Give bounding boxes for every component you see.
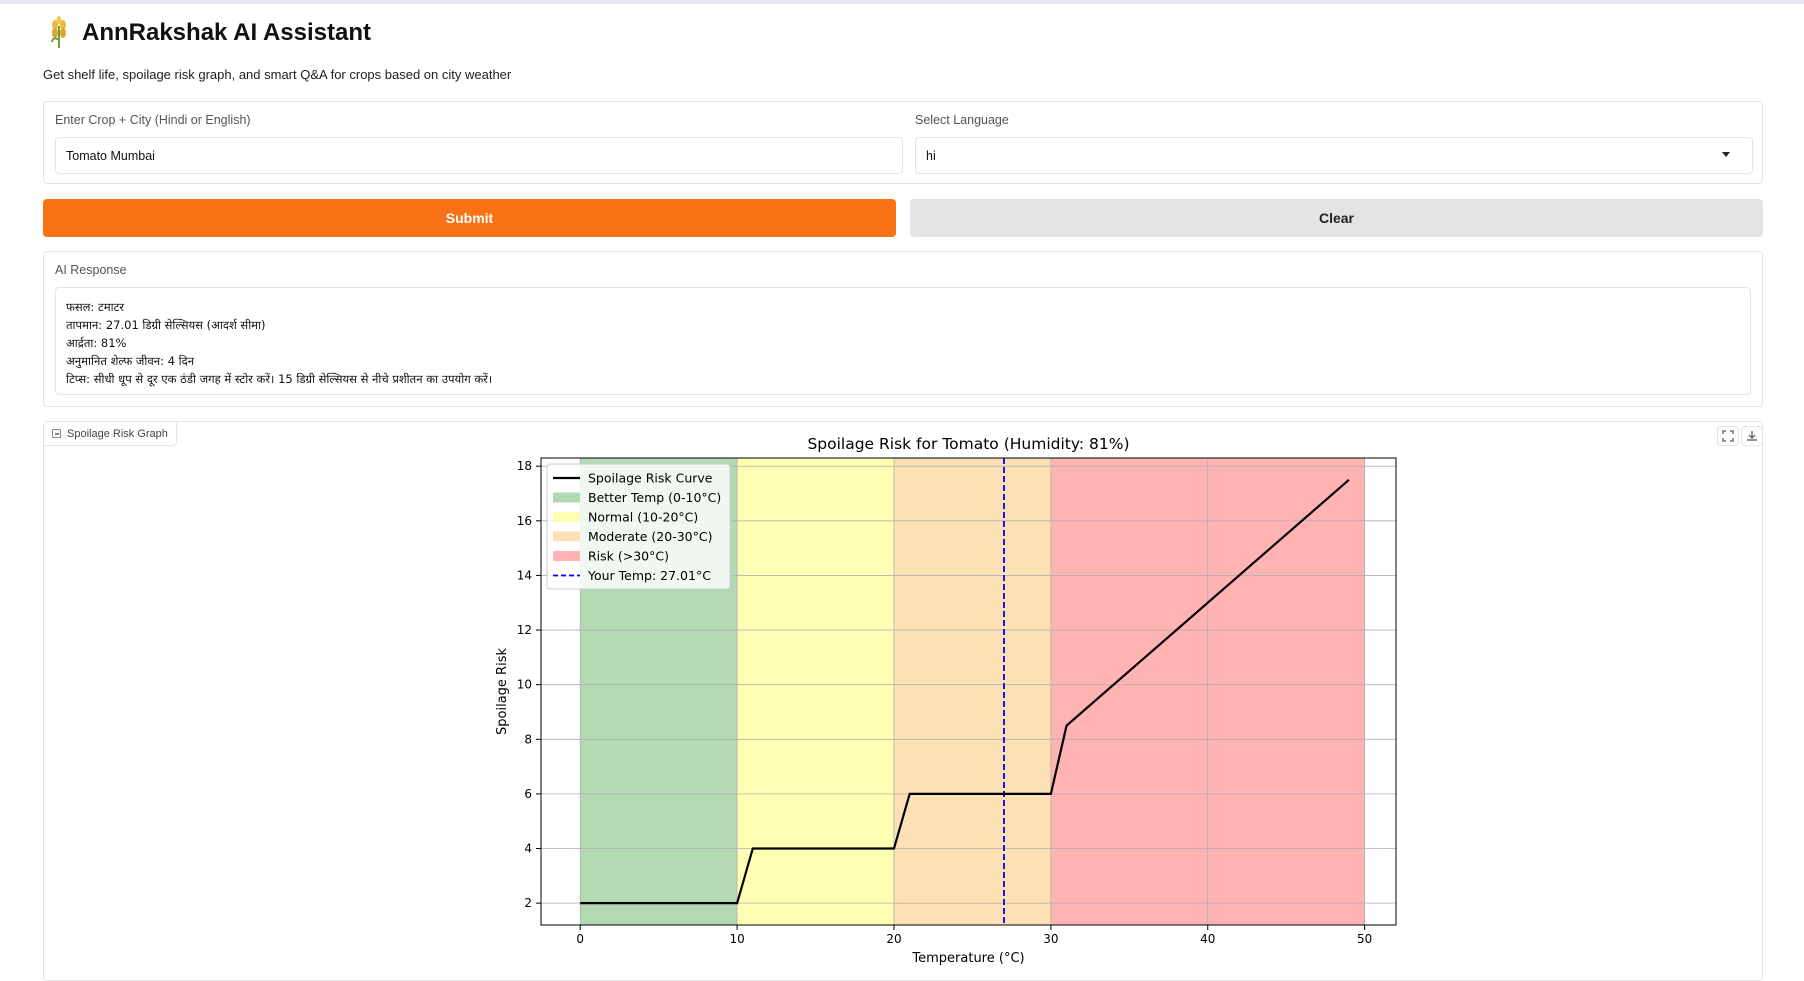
response-line-tips: टिप्स: सीधी धूप से दूर एक ठंडी जगह में स… bbox=[66, 372, 493, 386]
graph-label-tag: Spoilage Risk Graph bbox=[44, 422, 177, 446]
response-line-humidity: आर्द्रता: 81% bbox=[66, 336, 127, 350]
wheat-icon bbox=[51, 16, 66, 48]
spoilage-graph-panel: Spoilage Risk Graph 0 10 20 30 40 50 2 4 6 8 10 12 1… bbox=[43, 421, 1763, 981]
x-tick-label-50: 50 bbox=[1357, 932, 1372, 946]
legend-swatch-1 bbox=[553, 492, 580, 503]
legend-label-2: Normal (10-20°C) bbox=[588, 510, 698, 525]
language-selected-value: hi bbox=[926, 148, 936, 163]
legend-label-4: Risk (>30°C) bbox=[588, 549, 669, 564]
legend-swatch-2 bbox=[553, 512, 580, 522]
fullscreen-icon bbox=[1722, 430, 1734, 442]
x-axis-label: Temperature (°C) bbox=[911, 951, 1024, 966]
y-tick-label-4: 4 bbox=[524, 842, 532, 856]
y-tick-label-12: 12 bbox=[517, 623, 532, 637]
y-tick-label-2: 2 bbox=[524, 896, 532, 910]
y-tick-label-8: 8 bbox=[524, 732, 532, 746]
response-line-shelf-life: अनुमानित शेल्फ जीवन: 4 दिन bbox=[66, 354, 195, 368]
language-label: Select Language bbox=[915, 113, 1009, 127]
legend-swatch-3 bbox=[553, 531, 580, 542]
ai-response-textbox[interactable]: फसल: टमाटर तापमान: 27.01 डिग्री सेल्सियस… bbox=[55, 287, 1751, 395]
image-icon bbox=[52, 429, 61, 438]
app-header: AnnRakshak AI Assistant bbox=[46, 16, 371, 50]
legend-label-5: Your Temp: 27.01°C bbox=[587, 568, 711, 583]
x-tick-label-20: 20 bbox=[886, 932, 901, 946]
input-panel: Enter Crop + City (Hindi or English) Sel… bbox=[43, 101, 1763, 184]
crop-city-input[interactable] bbox=[55, 137, 903, 174]
graph-label: Spoilage Risk Graph bbox=[67, 427, 168, 440]
submit-button[interactable]: Submit bbox=[43, 199, 896, 237]
crop-city-label: Enter Crop + City (Hindi or English) bbox=[55, 113, 251, 127]
app-title: AnnRakshak AI Assistant bbox=[82, 19, 371, 46]
response-line-temperature: तापमान: 27.01 डिग्री सेल्सियस (आदर्श सीम… bbox=[66, 318, 266, 332]
y-axis-label: Spoilage Risk bbox=[495, 648, 510, 735]
band-2 bbox=[893, 458, 1051, 925]
app-subtitle: Get shelf life, spoilage risk graph, and… bbox=[43, 67, 512, 82]
y-tick-label-10: 10 bbox=[517, 678, 532, 692]
top-border bbox=[0, 0, 1804, 4]
legend-label-0: Spoilage Risk Curve bbox=[588, 471, 713, 486]
chart-title: Spoilage Risk for Tomato (Humidity: 81%) bbox=[807, 435, 1129, 453]
legend-label-3: Moderate (20-30°C) bbox=[588, 529, 712, 544]
x-tick-label-0: 0 bbox=[576, 932, 584, 946]
language-select[interactable]: hi bbox=[915, 137, 1753, 174]
x-tick-label-30: 30 bbox=[1043, 932, 1058, 946]
ai-response-panel: AI Response फसल: टमाटर तापमान: 27.01 डिग… bbox=[43, 251, 1763, 407]
band-1 bbox=[737, 458, 894, 925]
y-tick-label-18: 18 bbox=[517, 459, 532, 473]
y-tick-label-14: 14 bbox=[517, 568, 532, 582]
response-line-crop: फसल: टमाटर bbox=[66, 300, 125, 314]
x-tick-label-40: 40 bbox=[1200, 932, 1215, 946]
y-tick-label-6: 6 bbox=[524, 787, 532, 801]
download-button[interactable] bbox=[1741, 426, 1763, 446]
y-tick-label-16: 16 bbox=[517, 514, 532, 528]
fullscreen-button[interactable] bbox=[1717, 426, 1739, 446]
ai-response-label: AI Response bbox=[55, 263, 127, 277]
legend-label-1: Better Temp (0-10°C) bbox=[588, 490, 721, 505]
download-icon bbox=[1747, 431, 1757, 441]
dropdown-caret-icon bbox=[1722, 152, 1730, 157]
legend-swatch-4 bbox=[553, 551, 580, 561]
spoilage-risk-chart: 0 10 20 30 40 50 2 4 6 8 10 12 14 16 18 Spoilage Risk f… bbox=[495, 435, 1397, 966]
clear-button[interactable]: Clear bbox=[910, 199, 1763, 237]
x-tick-label-10: 10 bbox=[729, 932, 744, 946]
